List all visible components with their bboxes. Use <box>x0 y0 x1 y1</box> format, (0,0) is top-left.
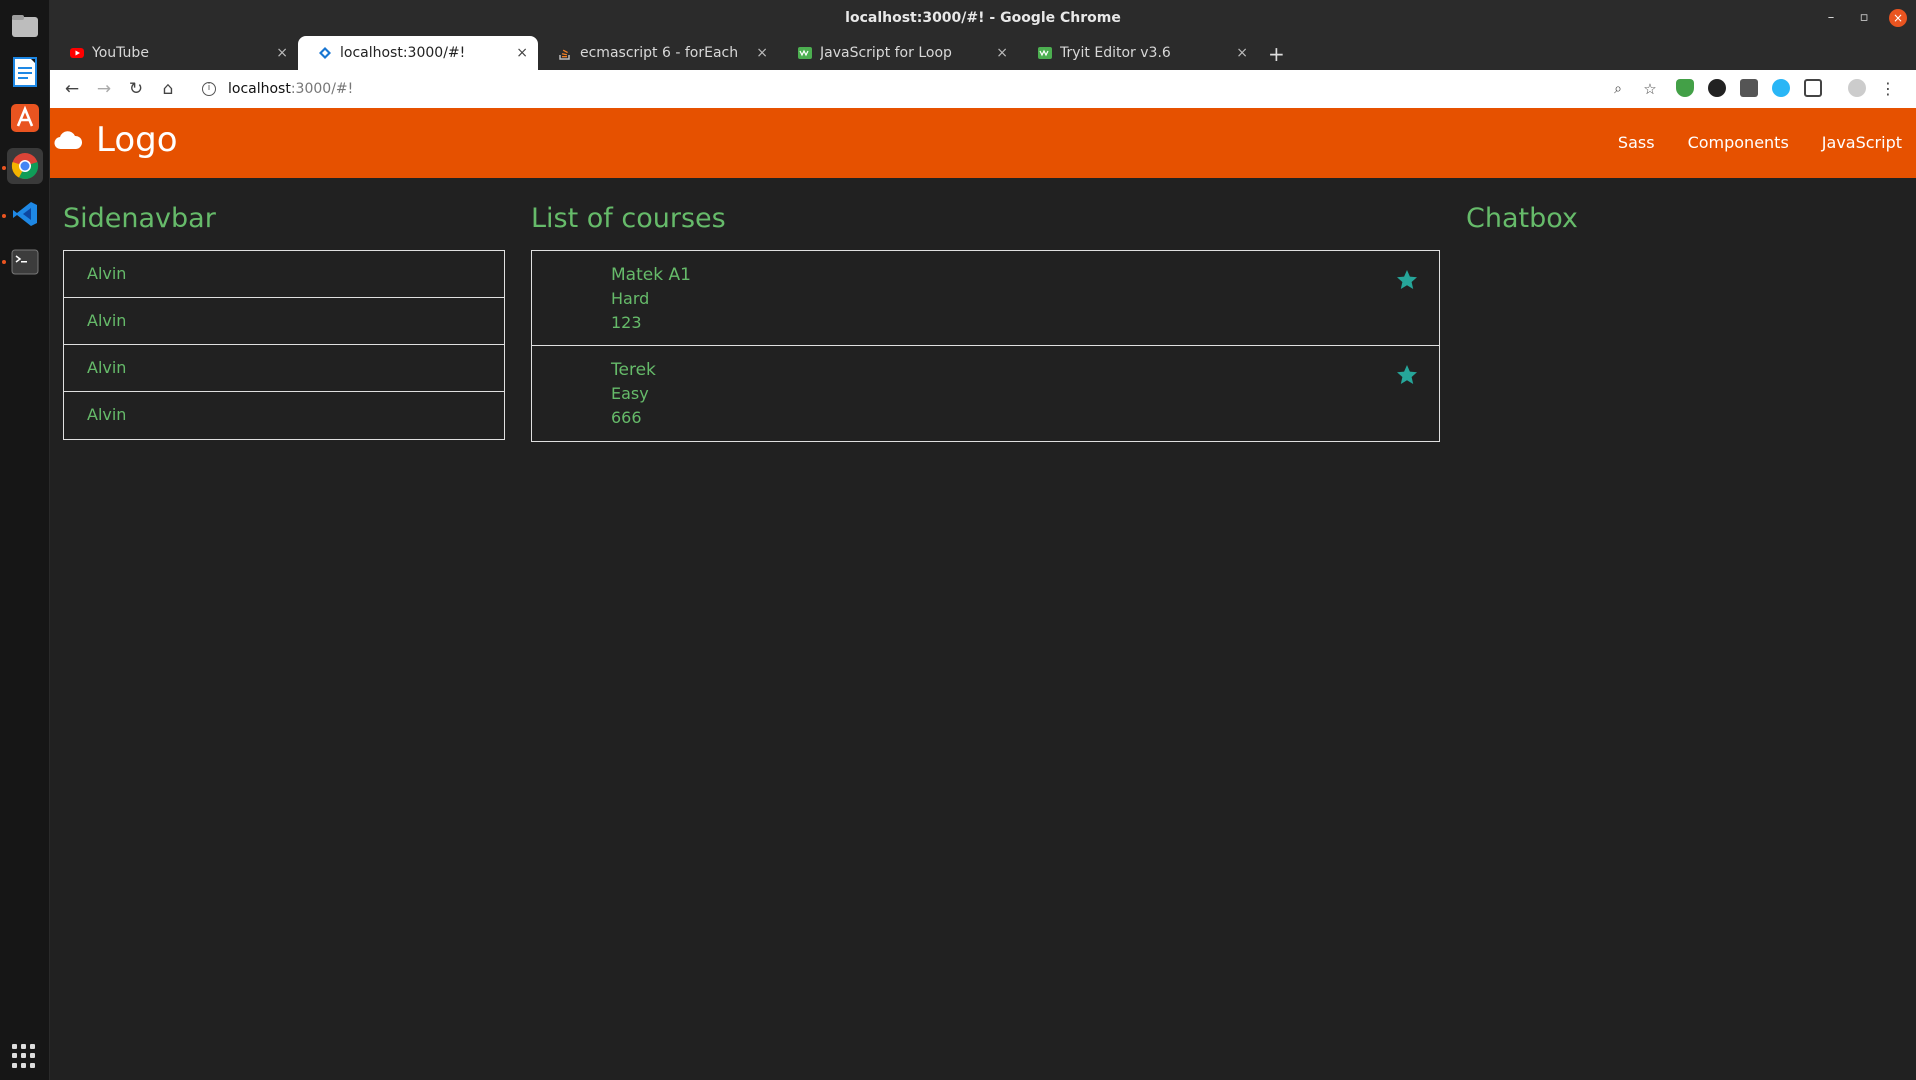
nav-link-javascript[interactable]: JavaScript <box>1822 133 1902 152</box>
tab-stackoverflow[interactable]: ecmascript 6 - forEach is n × <box>538 36 778 70</box>
course-name: Terek <box>611 360 656 380</box>
tab-label: JavaScript for Loop <box>820 45 952 61</box>
close-window-button[interactable]: × <box>1889 9 1907 27</box>
sidenav-item[interactable]: Alvin <box>64 345 504 392</box>
extension-icon[interactable] <box>1708 79 1726 97</box>
nav-link-components[interactable]: Components <box>1688 133 1789 152</box>
title-bar: localhost:3000/#! - Google Chrome – ▫ × <box>50 0 1916 36</box>
url-path: :3000/#! <box>290 81 354 97</box>
new-tab-button[interactable]: + <box>1268 42 1285 66</box>
tab-label: Tryit Editor v3.6 <box>1060 45 1171 61</box>
window-title: localhost:3000/#! - Google Chrome <box>845 10 1121 26</box>
close-tab-icon[interactable]: × <box>516 45 528 61</box>
writer-icon[interactable] <box>7 54 43 90</box>
course-item[interactable]: Matek A1 Hard 123 <box>532 251 1439 346</box>
tab-localhost[interactable]: localhost:3000/#! × <box>298 36 538 70</box>
chatbox-title: Chatbox <box>1466 203 1578 234</box>
adblock-extension-icon[interactable] <box>1676 79 1694 97</box>
stackoverflow-icon <box>558 46 572 60</box>
profile-avatar[interactable] <box>1848 79 1866 97</box>
ubuntu-dock <box>0 0 50 1080</box>
extension-icon[interactable] <box>1804 79 1822 97</box>
extension-icon[interactable] <box>1740 79 1758 97</box>
app-navbar: Logo Sass Components JavaScript <box>50 108 1916 178</box>
course-item[interactable]: Terek Easy 666 <box>532 346 1439 441</box>
chrome-icon[interactable] <box>7 148 43 184</box>
w3schools-icon <box>1038 46 1052 60</box>
address-bar[interactable]: i localhost:3000/#! <box>202 74 1602 104</box>
browser-chrome: localhost:3000/#! - Google Chrome – ▫ × … <box>50 0 1916 108</box>
course-level: Hard <box>611 289 650 308</box>
w3schools-icon <box>798 46 812 60</box>
tab-label: ecmascript 6 - forEach is n <box>580 45 740 61</box>
brand-text: Logo <box>96 120 178 160</box>
info-icon[interactable]: i <box>202 82 216 96</box>
angular-icon <box>318 46 332 60</box>
star-icon[interactable] <box>1395 363 1419 387</box>
forward-button[interactable]: → <box>94 79 114 99</box>
course-level: Easy <box>611 384 649 403</box>
tab-tryit-editor[interactable]: Tryit Editor v3.6 × <box>1018 36 1258 70</box>
home-button[interactable]: ⌂ <box>158 79 178 99</box>
star-icon[interactable] <box>1395 268 1419 292</box>
running-indicator <box>2 166 6 170</box>
close-tab-icon[interactable]: × <box>276 45 288 61</box>
tab-youtube[interactable]: YouTube × <box>50 36 298 70</box>
maximize-button[interactable]: ▫ <box>1855 9 1873 27</box>
minimize-button[interactable]: – <box>1822 9 1840 27</box>
sidenav-item[interactable]: Alvin <box>64 298 504 345</box>
close-tab-icon[interactable]: × <box>996 45 1008 61</box>
menu-icon[interactable]: ⋮ <box>1878 79 1898 99</box>
sidenav-item[interactable]: Alvin <box>64 251 504 298</box>
courses-title: List of courses <box>531 203 726 234</box>
course-list: Matek A1 Hard 123 Terek Easy 666 <box>531 250 1440 442</box>
course-code: 666 <box>611 408 642 427</box>
sidenav-item[interactable]: Alvin <box>64 392 504 439</box>
tab-label: localhost:3000/#! <box>340 45 466 61</box>
sidenav-list: Alvin Alvin Alvin Alvin <box>63 250 505 440</box>
show-applications-icon[interactable] <box>12 1044 36 1068</box>
course-code: 123 <box>611 313 642 332</box>
tab-js-for-loop[interactable]: JavaScript for Loop × <box>778 36 1018 70</box>
zoom-icon[interactable]: ⌕ <box>1608 79 1628 99</box>
brand-logo[interactable]: Logo <box>54 120 178 160</box>
vscode-icon[interactable] <box>7 196 43 232</box>
close-tab-icon[interactable]: × <box>756 45 768 61</box>
web-page: Logo Sass Components JavaScript Sidenavb… <box>50 108 1916 1080</box>
extension-icon[interactable] <box>1772 79 1790 97</box>
bookmark-star-icon[interactable]: ☆ <box>1640 79 1660 99</box>
course-name: Matek A1 <box>611 265 691 285</box>
nav-link-sass[interactable]: Sass <box>1618 133 1655 152</box>
tab-label: YouTube <box>92 45 149 61</box>
sidenav-title: Sidenavbar <box>63 203 216 234</box>
close-tab-icon[interactable]: × <box>1236 45 1248 61</box>
software-center-icon[interactable] <box>7 100 43 136</box>
running-indicator <box>2 214 6 218</box>
back-button[interactable]: ← <box>62 79 82 99</box>
cloud-icon <box>54 131 82 150</box>
nav-links: Sass Components JavaScript <box>1618 133 1902 152</box>
youtube-icon <box>70 46 84 60</box>
terminal-icon[interactable] <box>7 244 43 280</box>
browser-toolbar: ← → ↻ ⌂ i localhost:3000/#! ⌕ ☆ ⋮ <box>50 70 1916 108</box>
url-host: localhost <box>228 81 291 97</box>
reload-button[interactable]: ↻ <box>126 79 146 99</box>
running-indicator <box>2 260 6 264</box>
tab-strip: YouTube × localhost:3000/#! × ecmascript… <box>50 36 1916 70</box>
files-icon[interactable] <box>7 8 43 44</box>
